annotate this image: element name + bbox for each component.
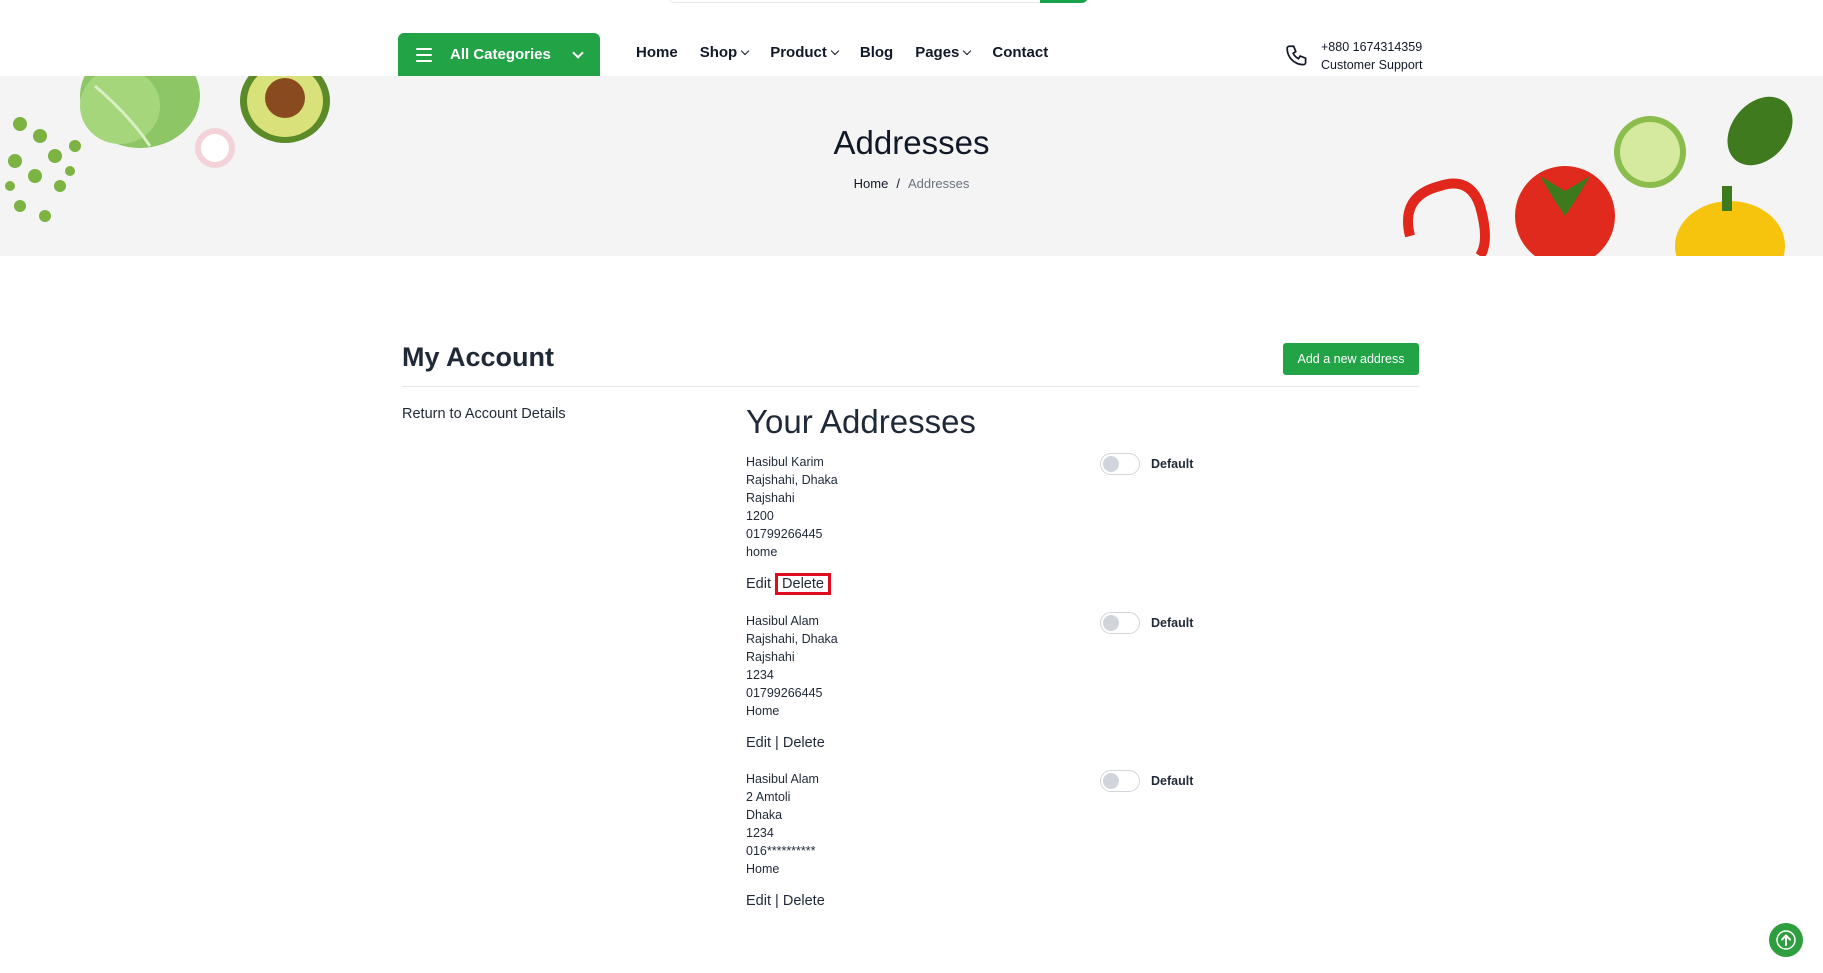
page-title: Addresses xyxy=(833,124,990,161)
delete-label: Delete xyxy=(782,576,824,592)
edit-address-link[interactable]: Edit xyxy=(746,735,771,751)
all-categories-button[interactable]: All Categories xyxy=(398,33,600,76)
add-address-button[interactable]: Add a new address xyxy=(1283,343,1419,375)
default-toggle-group: Default xyxy=(1100,612,1193,634)
account-title: My Account xyxy=(402,342,555,372)
address-city: Rajshahi xyxy=(746,650,795,664)
nav-item-product[interactable]: Product xyxy=(770,44,840,61)
address-type: home xyxy=(746,545,778,559)
nav-item-home[interactable]: Home xyxy=(636,44,678,61)
nav-label: Pages xyxy=(915,44,960,61)
menu-icon xyxy=(416,47,432,62)
support-label: Customer Support xyxy=(1321,58,1423,72)
edit-address-link[interactable]: Edit xyxy=(746,893,771,909)
nav-label: Home xyxy=(636,44,678,61)
address-actions: Edit | Delete xyxy=(746,735,1226,751)
address-phone: 01799266445 xyxy=(746,527,823,541)
action-separator: | xyxy=(775,893,779,909)
nav-label: Shop xyxy=(699,44,738,61)
address-postcode: 1234 xyxy=(746,668,774,682)
support-phone: +880 1674314359 xyxy=(1321,40,1423,54)
arrow-up-icon xyxy=(1776,930,1796,950)
vegetable-decoration xyxy=(5,76,1793,256)
chevron-down-icon xyxy=(572,46,584,59)
nav-label: Product xyxy=(770,44,827,61)
breadcrumb: Home / Addresses xyxy=(0,176,1823,191)
address-postcode: 1200 xyxy=(746,509,774,523)
header: All Categories Home Shop Product Blog Pa… xyxy=(0,0,1823,76)
nav-item-contact[interactable]: Contact xyxy=(992,44,1048,61)
page-banner: Addresses Home / Addresses xyxy=(0,76,1823,256)
main-nav: Home Shop Product Blog Pages Contact xyxy=(636,44,1048,61)
default-label: Default xyxy=(1151,457,1194,471)
default-toggle-group: Default xyxy=(1100,453,1193,475)
default-toggle-group: Default xyxy=(1100,770,1193,792)
delete-address-link[interactable]: Delete xyxy=(783,735,825,751)
toggle-knob xyxy=(1103,615,1119,631)
nav-item-pages[interactable]: Pages xyxy=(915,44,972,61)
breadcrumb-current: Addresses xyxy=(907,176,970,191)
address-type: Home xyxy=(746,704,780,718)
address-actions: Edit Delete xyxy=(746,573,1226,595)
return-account-details-link[interactable]: Return to Account Details xyxy=(402,406,566,422)
toggle-knob xyxy=(1103,773,1119,789)
address-card: Hasibul Karim Rajshahi, Dhaka Rajshahi 1… xyxy=(746,453,1226,595)
default-toggle[interactable] xyxy=(1100,612,1140,634)
all-categories-label: All Categories xyxy=(450,46,551,63)
delete-address-link[interactable]: Delete xyxy=(775,573,831,595)
address-card: Hasibul Alam 2 Amtoli Dhaka 1234 016****… xyxy=(746,770,1226,909)
address-phone: 016********** xyxy=(746,844,816,858)
address-postcode: 1234 xyxy=(746,826,774,840)
address-actions: Edit | Delete xyxy=(746,893,1226,909)
phone-icon xyxy=(1286,45,1307,66)
address-card: Hasibul Alam Rajshahi, Dhaka Rajshahi 12… xyxy=(746,612,1226,751)
toggle-knob xyxy=(1103,456,1119,472)
scroll-to-top-button[interactable] xyxy=(1769,923,1803,957)
delete-address-link[interactable]: Delete xyxy=(783,893,825,909)
default-toggle[interactable] xyxy=(1100,453,1140,475)
nav-label: Contact xyxy=(992,44,1049,61)
address-city: Dhaka xyxy=(746,808,783,822)
default-label: Default xyxy=(1151,774,1194,788)
addresses-heading: Your Addresses xyxy=(746,403,976,440)
nav-label: Blog xyxy=(859,44,894,61)
chevron-down-icon xyxy=(740,46,750,55)
default-toggle[interactable] xyxy=(1100,770,1140,792)
nav-item-shop[interactable]: Shop xyxy=(699,44,750,61)
customer-support[interactable]: +880 1674314359 Customer Support xyxy=(1285,38,1422,74)
default-label: Default xyxy=(1151,616,1194,630)
breadcrumb-home[interactable]: Home xyxy=(854,176,889,191)
address-city: Rajshahi xyxy=(746,491,795,505)
action-separator: | xyxy=(775,735,779,751)
chevron-down-icon xyxy=(963,46,972,55)
chevron-down-icon xyxy=(830,46,840,55)
breadcrumb-separator: / xyxy=(896,176,900,191)
nav-item-blog[interactable]: Blog xyxy=(860,44,893,61)
edit-address-link[interactable]: Edit xyxy=(746,576,771,592)
address-phone: 01799266445 xyxy=(746,686,823,700)
divider xyxy=(402,386,1419,387)
address-type: Home xyxy=(746,862,780,876)
